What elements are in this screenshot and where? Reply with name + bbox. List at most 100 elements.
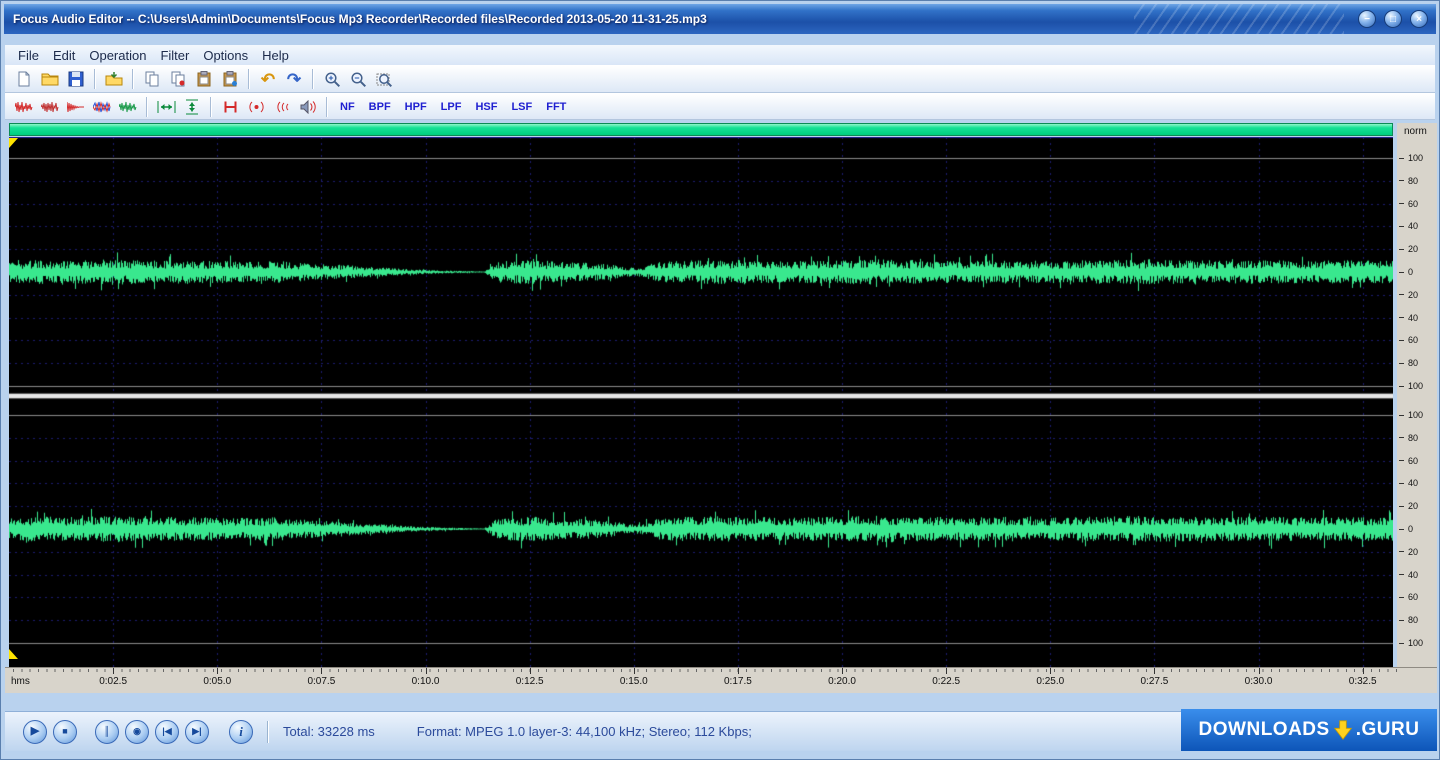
play-button[interactable]: ▶ <box>23 719 47 744</box>
waveform-tool-1-button[interactable] <box>11 95 37 119</box>
amplitude-scale: norm 100 80 60 40 20 0 20 40 60 80 100 100 80 60 40 20 0… <box>1397 123 1437 667</box>
scale-tick: 60 <box>1397 456 1437 466</box>
timeline-tick-label: 0:20.0 <box>828 676 856 687</box>
timeline-tick-label: 0:27.5 <box>1140 676 1169 687</box>
toolbar-separator <box>146 96 148 117</box>
fit-vertical-button[interactable] <box>179 95 205 119</box>
low-pass-filter-button[interactable]: LPF <box>434 99 469 115</box>
waveform-tool-5-button[interactable] <box>115 95 141 119</box>
toolbar-separator <box>94 69 96 89</box>
menu-options[interactable]: Options <box>196 47 255 64</box>
norm-label: norm <box>1404 126 1427 137</box>
previous-button[interactable]: |◀ <box>155 719 179 744</box>
fit-vertical-icon <box>186 99 198 114</box>
timeline-unit-label: hms <box>11 676 30 687</box>
status-format: Format: MPEG 1.0 layer-3: 44,100 kHz; St… <box>416 724 752 739</box>
next-button[interactable]: ▶| <box>185 719 209 744</box>
info-button[interactable]: i <box>229 719 253 744</box>
waveform-fade-icon <box>67 101 84 112</box>
timeline-tick-label: 0:25.0 <box>1036 676 1065 687</box>
redo-button[interactable]: ↷ <box>281 67 307 91</box>
scale-tick: 80 <box>1397 176 1437 186</box>
mix-button[interactable] <box>217 95 243 119</box>
undo-button[interactable]: ↶ <box>255 67 281 91</box>
pause-icon: ║ <box>103 726 111 736</box>
pause-button[interactable]: ║ <box>95 719 119 744</box>
scale-tick: 40 <box>1397 221 1437 231</box>
high-pass-filter-button[interactable]: HPF <box>398 99 434 115</box>
copy-button[interactable] <box>139 67 165 91</box>
paste-special-button[interactable] <box>217 67 243 91</box>
echo-button[interactable] <box>243 95 269 119</box>
open-file-button[interactable] <box>37 67 63 91</box>
window-controls: − □ × <box>1358 10 1428 28</box>
waveform-panel <box>9 137 1393 667</box>
zoom-in-button[interactable] <box>319 67 345 91</box>
vibrato-icon <box>277 101 289 112</box>
menu-help[interactable]: Help <box>255 47 296 64</box>
waveform-tool-3-button[interactable] <box>63 95 89 119</box>
timeline-tick-label: 0:15.0 <box>619 676 648 687</box>
new-file-button[interactable] <box>11 67 37 91</box>
timeline-tick <box>113 668 115 674</box>
toolbar-separator <box>326 96 328 117</box>
selection-marker-bottom[interactable] <box>9 649 18 659</box>
titlebar-decoration <box>1134 4 1344 34</box>
timeline-tick-label: 0:30.0 <box>1244 676 1273 687</box>
minimize-button[interactable]: − <box>1358 10 1376 28</box>
waveform-canvas[interactable] <box>9 137 1393 667</box>
zoom-out-button[interactable] <box>345 67 371 91</box>
paste-button[interactable] <box>191 67 217 91</box>
scale-tick: 20 <box>1397 244 1437 254</box>
save-file-button[interactable] <box>63 67 89 91</box>
new-file-icon <box>18 71 30 87</box>
waveform-tool-2-button[interactable] <box>37 95 63 119</box>
waveform-tool-4-button[interactable] <box>89 95 115 119</box>
preview-button[interactable] <box>295 95 321 119</box>
overview-position-bar[interactable] <box>9 123 1393 136</box>
waveform-green-icon <box>119 101 137 112</box>
scale-tick: 20 <box>1397 290 1437 300</box>
copy-special-icon <box>171 71 185 87</box>
low-shelf-filter-button[interactable]: LSF <box>504 99 539 115</box>
selection-marker-top[interactable] <box>9 138 18 148</box>
title-bar[interactable]: Focus Audio Editor -- C:\Users\Admin\Doc… <box>4 4 1436 34</box>
save-icon <box>68 71 84 87</box>
timeline-tick <box>529 668 531 674</box>
toolbar-separator <box>132 69 134 89</box>
maximize-button[interactable]: □ <box>1384 10 1402 28</box>
stop-button[interactable]: ■ <box>53 719 77 744</box>
menu-filter[interactable]: Filter <box>153 47 196 64</box>
band-pass-filter-button[interactable]: BPF <box>362 99 398 115</box>
timeline-tick-label: 0:17.5 <box>723 676 752 687</box>
vibrato-button[interactable] <box>269 95 295 119</box>
paste-icon <box>197 71 211 87</box>
zoom-in-icon <box>324 71 340 87</box>
timeline-tick <box>321 668 323 674</box>
stop-icon: ■ <box>62 726 68 736</box>
scale-tick: 40 <box>1397 570 1437 580</box>
menu-edit[interactable]: Edit <box>46 47 82 64</box>
menu-file[interactable]: File <box>11 47 46 64</box>
timeline-ruler[interactable]: hms 0:02.5 0:05.0 0:07.5 0:10.0 0:12.5 0:15.0… <box>5 667 1437 693</box>
open-folder-icon <box>41 73 59 86</box>
copy-icon <box>145 71 159 87</box>
scale-tick: 0 <box>1397 267 1437 277</box>
scale-tick: 100 <box>1397 638 1437 648</box>
notch-filter-button[interactable]: NF <box>333 99 362 115</box>
fft-button[interactable]: FFT <box>539 99 573 115</box>
menu-operation[interactable]: Operation <box>82 47 153 64</box>
fit-horizontal-button[interactable] <box>153 95 179 119</box>
scale-tick: 60 <box>1397 335 1437 345</box>
speed-dial-button[interactable]: ◉ <box>125 719 149 744</box>
copy-special-button[interactable] <box>165 67 191 91</box>
timeline-tick <box>425 668 427 674</box>
import-file-button[interactable] <box>101 67 127 91</box>
close-button[interactable]: × <box>1410 10 1428 28</box>
status-separator <box>267 720 269 743</box>
menu-bar: File Edit Operation Filter Options Help <box>5 45 1435 65</box>
high-shelf-filter-button[interactable]: HSF <box>468 99 504 115</box>
paste-special-icon <box>223 71 237 87</box>
zoom-selection-button[interactable] <box>371 67 397 91</box>
watermark-text-right: .GURU <box>1355 719 1420 740</box>
